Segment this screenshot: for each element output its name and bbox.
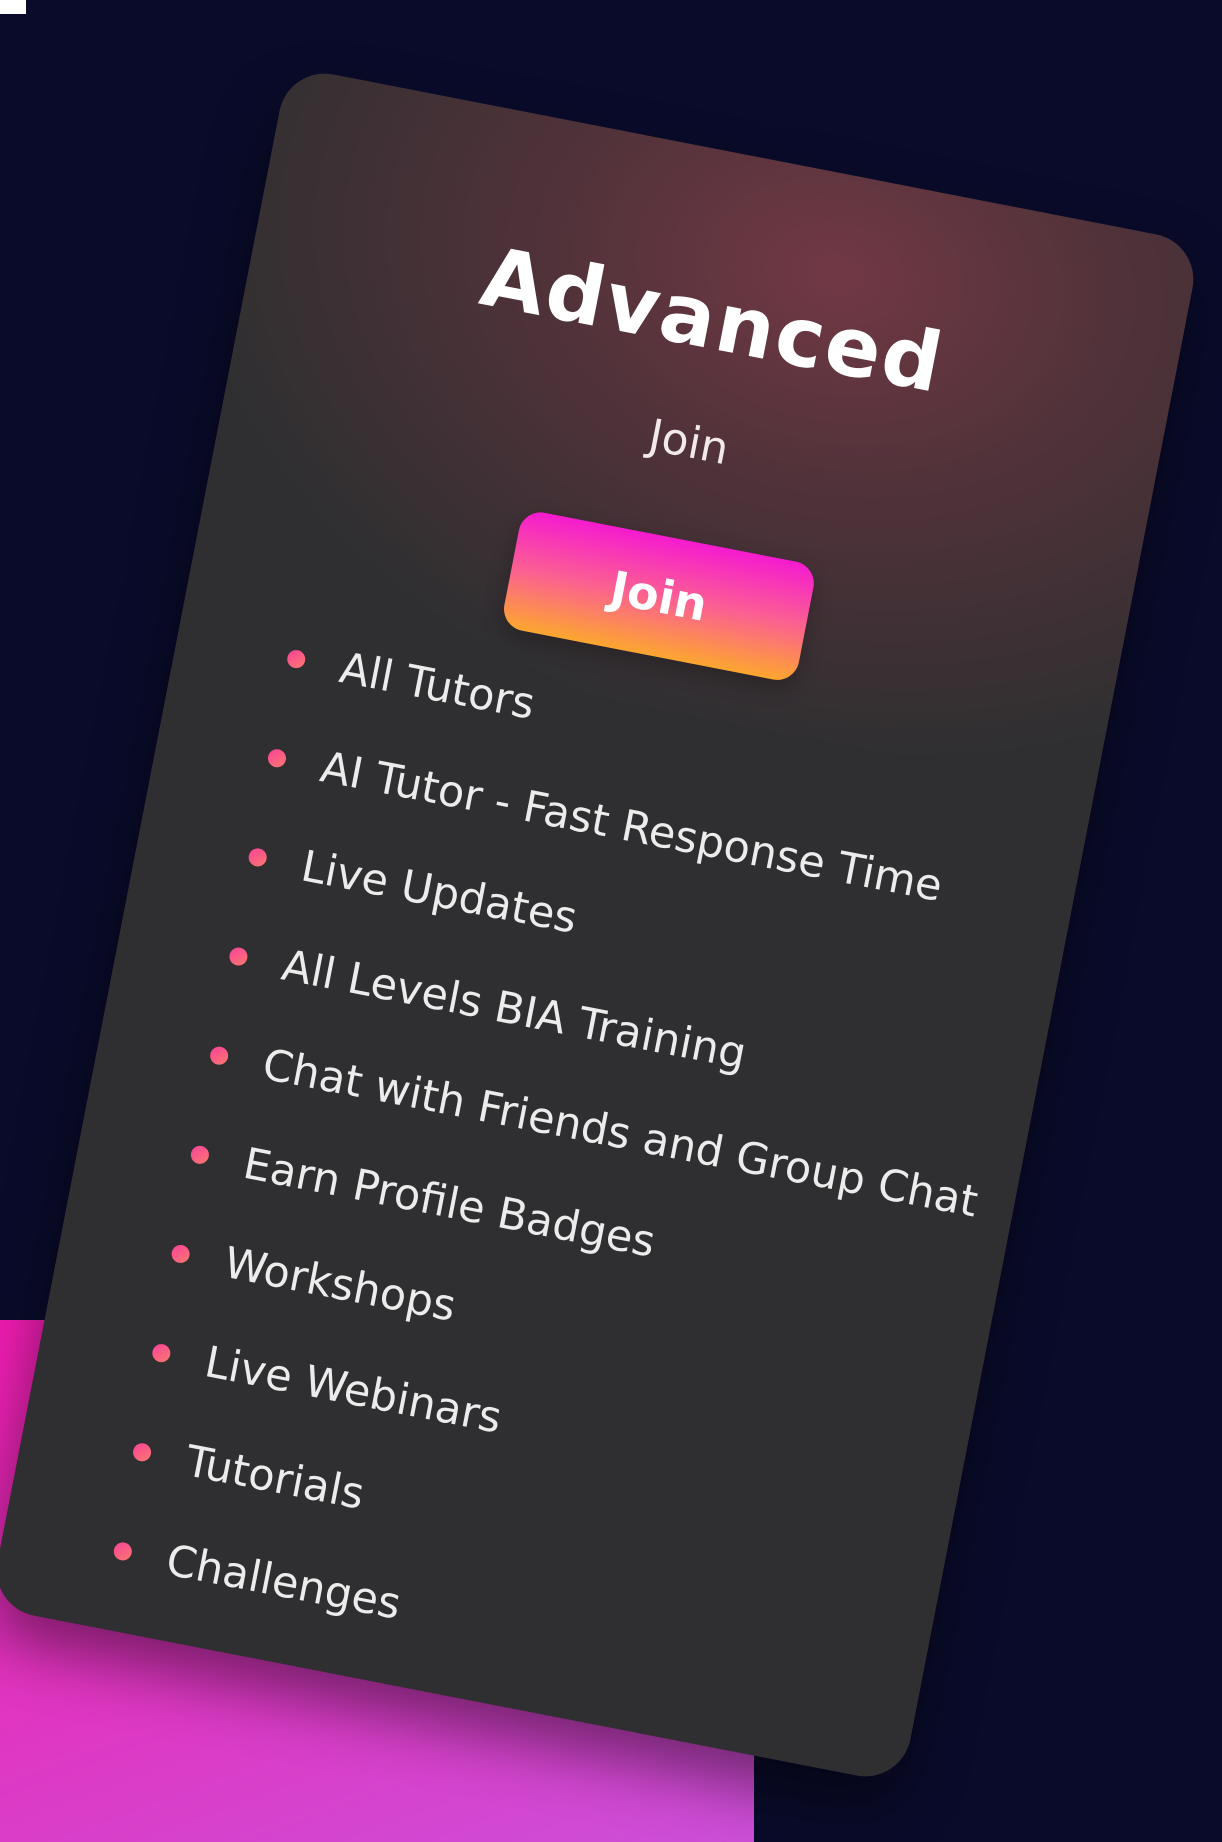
bullet-dot-icon <box>227 945 250 967</box>
feature-label: Challenges <box>162 1534 405 1630</box>
pricing-card: Advanced Join Join All Tutors AI Tutor -… <box>0 65 1202 1785</box>
feature-label: Tutorials <box>181 1435 369 1520</box>
bullet-dot-icon <box>150 1342 172 1364</box>
bullet-dot-icon <box>189 1143 211 1165</box>
bullet-dot-icon <box>131 1441 153 1463</box>
bullet-dot-icon <box>285 648 307 670</box>
bullet-dot-icon <box>170 1242 192 1265</box>
feature-label: All Tutors <box>335 642 539 730</box>
feature-list: All Tutors AI Tutor - Fast Response Time… <box>104 607 1063 1747</box>
bullet-dot-icon <box>247 846 269 868</box>
feature-label: Workshops <box>220 1237 460 1332</box>
bullet-dot-icon <box>266 747 288 769</box>
bullet-dot-icon <box>112 1540 134 1562</box>
bullet-dot-icon <box>208 1044 230 1066</box>
corner-mark <box>0 0 26 14</box>
